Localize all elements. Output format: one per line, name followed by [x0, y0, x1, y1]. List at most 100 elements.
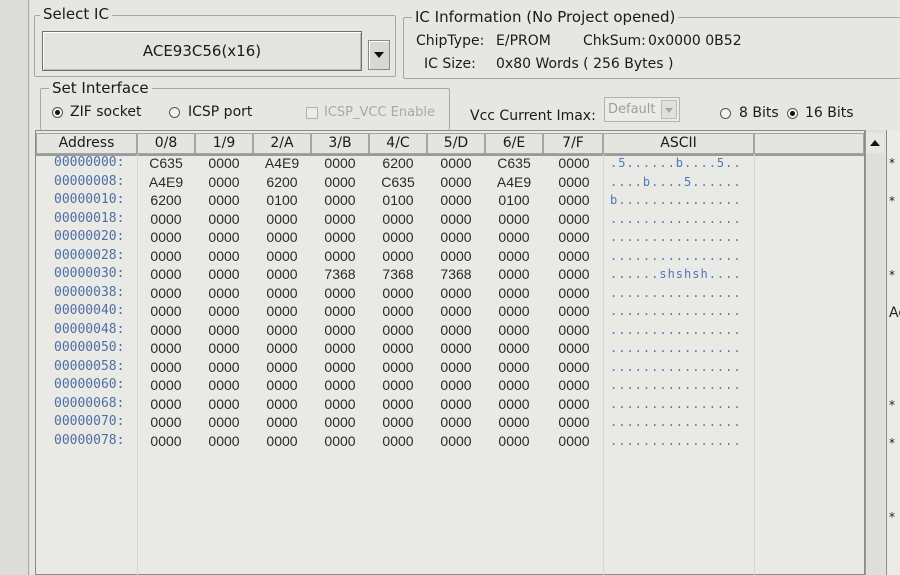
8-bits-radio[interactable] — [720, 108, 731, 119]
hex-cell[interactable]: 0000 — [137, 413, 195, 431]
hex-cell[interactable]: C635 — [369, 173, 427, 191]
zif-socket-label[interactable]: ZIF socket — [70, 104, 142, 120]
hex-cell[interactable]: 0000 — [137, 358, 195, 376]
header-col-7[interactable]: 7/F — [543, 133, 603, 154]
hex-cell[interactable]: 0000 — [427, 413, 485, 431]
hex-cell[interactable]: 0000 — [369, 302, 427, 320]
hex-cell[interactable]: 0000 — [311, 413, 369, 431]
hex-cell[interactable]: 0000 — [311, 247, 369, 265]
hex-cell[interactable]: 0000 — [545, 376, 603, 394]
hex-cell[interactable]: 0000 — [253, 395, 311, 413]
header-col-6[interactable]: 6/E — [485, 133, 543, 154]
ascii-cell[interactable]: ......shshsh.... — [610, 265, 742, 283]
hex-cell[interactable]: 0000 — [427, 339, 485, 357]
hex-cell[interactable]: C635 — [485, 154, 543, 172]
ascii-cell[interactable]: ................ — [610, 210, 742, 228]
hex-cell[interactable]: 0000 — [369, 210, 427, 228]
table-row[interactable]: 00000040: 0000 0000 0000 0000 0000 0000 0000 000… — [36, 302, 756, 320]
hex-cell[interactable]: 0000 — [485, 265, 543, 283]
header-address[interactable]: Address — [36, 133, 137, 154]
table-row[interactable]: 00000038: 0000 0000 0000 0000 0000 0000 0000 000… — [36, 284, 756, 302]
hex-cell[interactable]: 0000 — [253, 358, 311, 376]
hex-cell[interactable]: 0000 — [137, 247, 195, 265]
hex-cell[interactable]: 0000 — [195, 228, 253, 246]
hex-cell[interactable]: 0000 — [137, 376, 195, 394]
header-col-4[interactable]: 4/C — [369, 133, 427, 154]
ascii-cell[interactable]: ................ — [610, 395, 742, 413]
hex-cell[interactable]: 0000 — [311, 191, 369, 209]
hex-cell[interactable]: 0000 — [195, 247, 253, 265]
ascii-cell[interactable]: ................ — [610, 321, 742, 339]
hex-cell[interactable]: 0000 — [195, 395, 253, 413]
hex-cell[interactable]: 0000 — [485, 247, 543, 265]
hex-cell[interactable]: 0000 — [485, 210, 543, 228]
header-col-3[interactable]: 3/B — [311, 133, 369, 154]
hex-cell[interactable]: C635 — [137, 154, 195, 172]
hex-cell[interactable]: 0000 — [195, 358, 253, 376]
hex-cell[interactable]: 0000 — [369, 358, 427, 376]
hex-cell[interactable]: 0000 — [137, 302, 195, 320]
hex-cell[interactable]: 0000 — [195, 284, 253, 302]
header-ascii[interactable]: ASCII — [603, 133, 754, 154]
hex-cell[interactable]: 0000 — [545, 339, 603, 357]
hex-cell[interactable]: 0100 — [253, 191, 311, 209]
hex-cell[interactable]: 0000 — [427, 432, 485, 450]
hex-cell[interactable]: 0000 — [253, 376, 311, 394]
hex-cell[interactable]: 0000 — [311, 228, 369, 246]
hex-cell[interactable]: 0000 — [137, 228, 195, 246]
hex-cell[interactable]: 0000 — [427, 247, 485, 265]
hex-cell[interactable]: 0000 — [545, 154, 603, 172]
ascii-cell[interactable]: ................ — [610, 302, 742, 320]
hex-cell[interactable]: 0000 — [545, 265, 603, 283]
hex-cell[interactable]: 0000 — [253, 339, 311, 357]
table-row[interactable]: 00000018: 0000 0000 0000 0000 0000 0000 0000 000… — [36, 210, 756, 228]
hex-cell[interactable]: 0000 — [253, 302, 311, 320]
hex-cell[interactable]: 0000 — [427, 302, 485, 320]
hex-cell[interactable]: 0000 — [485, 339, 543, 357]
8-bits-label[interactable]: 8 Bits — [739, 105, 779, 121]
hex-cell[interactable]: 0000 — [195, 302, 253, 320]
hex-cell[interactable]: 0000 — [195, 432, 253, 450]
table-row[interactable]: 00000070: 0000 0000 0000 0000 0000 0000 0000 000… — [36, 413, 756, 431]
hex-cell[interactable]: 0000 — [545, 210, 603, 228]
hex-cell[interactable]: 0000 — [253, 284, 311, 302]
hex-cell[interactable]: 0000 — [311, 339, 369, 357]
hex-cell[interactable]: 0000 — [545, 284, 603, 302]
icsp-port-radio[interactable] — [169, 107, 180, 118]
hex-cell[interactable]: 0000 — [485, 228, 543, 246]
hex-cell[interactable]: 0000 — [195, 154, 253, 172]
hex-cell[interactable]: 0000 — [311, 210, 369, 228]
hex-cell[interactable]: 0000 — [311, 154, 369, 172]
hex-cell[interactable]: 0000 — [427, 173, 485, 191]
hex-cell[interactable]: 0000 — [253, 247, 311, 265]
hex-cell[interactable]: 0000 — [485, 432, 543, 450]
hex-cell[interactable]: 0000 — [545, 302, 603, 320]
vcc-current-select[interactable]: Default — [604, 97, 680, 122]
hex-cell[interactable]: 0000 — [195, 191, 253, 209]
hex-cell[interactable]: 0000 — [311, 284, 369, 302]
hex-cell[interactable]: 0000 — [311, 321, 369, 339]
hex-cell[interactable]: 0000 — [545, 191, 603, 209]
hex-cell[interactable]: 6200 — [253, 173, 311, 191]
hex-cell[interactable]: 0000 — [369, 228, 427, 246]
hex-cell[interactable]: 0000 — [253, 228, 311, 246]
hex-cell[interactable]: 0000 — [253, 432, 311, 450]
hex-cell[interactable]: 0000 — [369, 339, 427, 357]
hex-cell[interactable]: 0000 — [253, 413, 311, 431]
ascii-cell[interactable]: ................ — [610, 358, 742, 376]
zif-socket-radio[interactable] — [52, 107, 63, 118]
hex-cell[interactable]: 0000 — [427, 191, 485, 209]
header-col-0[interactable]: 0/8 — [137, 133, 195, 154]
hex-cell[interactable]: 0000 — [253, 265, 311, 283]
hex-cell[interactable]: 0000 — [427, 210, 485, 228]
hex-cell[interactable]: 0000 — [485, 358, 543, 376]
hex-cell[interactable]: 0000 — [137, 265, 195, 283]
hex-cell[interactable]: 0000 — [427, 376, 485, 394]
table-row[interactable]: 00000030: 0000 0000 0000 7368 7368 7368 0000 000… — [36, 265, 756, 283]
hex-cell[interactable]: 0000 — [137, 210, 195, 228]
table-row[interactable]: 00000058: 0000 0000 0000 0000 0000 0000 0000 000… — [36, 358, 756, 376]
hex-cell[interactable]: 0000 — [369, 413, 427, 431]
header-col-2[interactable]: 2/A — [253, 133, 311, 154]
table-row[interactable]: 00000008: A4E9 0000 6200 0000 C635 0000 A4E9 000… — [36, 173, 756, 191]
hex-cell[interactable]: 0000 — [427, 284, 485, 302]
